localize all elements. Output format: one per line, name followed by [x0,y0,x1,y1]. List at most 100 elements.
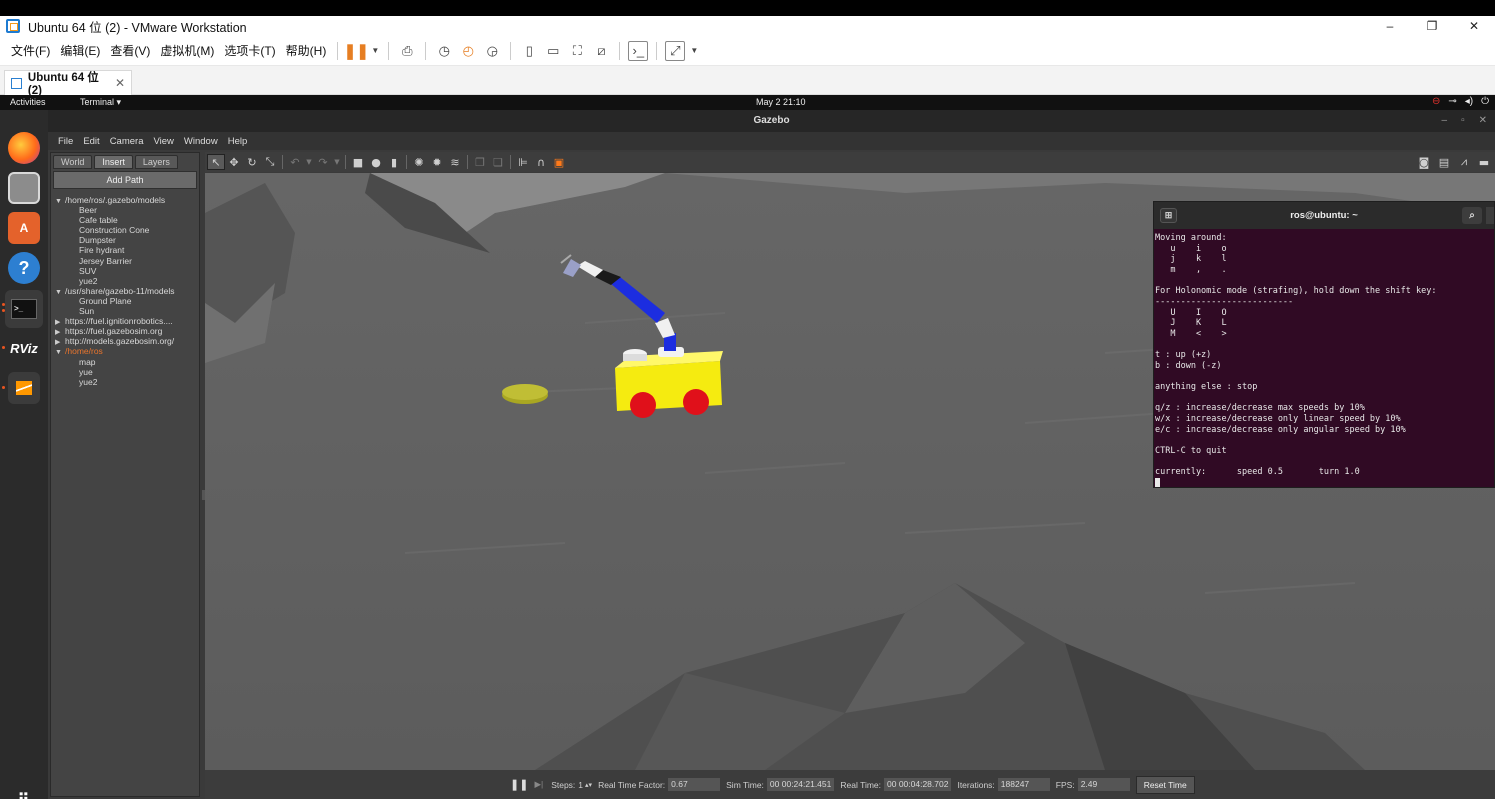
tree-model-item[interactable]: Jersey Barrier [55,256,199,266]
copy-icon[interactable]: ❐ [471,154,489,170]
menu-help[interactable]: 帮助(H) [281,42,332,59]
steps-value[interactable]: 1 [578,780,583,790]
expanded-arrow-icon[interactable]: ▼ [55,288,65,296]
minimize-button[interactable]: ‒ [1369,19,1411,33]
snap-icon[interactable]: ∩ [532,154,550,170]
gz-menu-window[interactable]: Window [179,136,223,147]
gz-menu-help[interactable]: Help [223,136,253,147]
translate-mode-icon[interactable]: ✥ [225,154,243,170]
collapsed-arrow-icon[interactable]: ▶ [55,338,65,346]
files-icon[interactable] [8,172,40,204]
change-view-icon[interactable]: ▣ [550,154,568,170]
redo-history-icon[interactable]: ▼ [332,154,342,170]
steps-spin-icon[interactable]: ▴▾ [585,781,592,789]
snapshot-icon[interactable]: ◷ [434,41,454,61]
rviz-icon[interactable]: RViz [8,332,40,364]
screenshot-icon[interactable]: ◙ [1415,154,1433,170]
terminal-window[interactable]: ⊞ ros@ubuntu: ~ ⌕ Moving around: u i o j… [1153,201,1495,488]
expanded-arrow-icon[interactable]: ▼ [55,348,65,356]
gz-menu-view[interactable]: View [148,136,178,147]
align-icon[interactable]: ⊫ [514,154,532,170]
log-data-icon[interactable]: ▤ [1435,154,1453,170]
gz-menu-edit[interactable]: Edit [78,136,104,147]
close-button[interactable]: ✕ [1453,19,1495,33]
unity-icon[interactable]: ⧄ [591,41,611,61]
tree-model-item[interactable]: SUV [55,266,199,276]
undo-icon[interactable]: ↶ [286,154,304,170]
collapsed-arrow-icon[interactable]: ▶ [55,328,65,336]
tree-model-item[interactable]: Fire hydrant [55,245,199,255]
collapsed-arrow-icon[interactable]: ▶ [55,318,65,326]
select-mode-icon[interactable]: ↖ [207,154,225,170]
expanded-arrow-icon[interactable]: ▼ [55,197,65,205]
menu-view[interactable]: 查看(V) [105,42,155,59]
sublime-icon[interactable] [8,372,40,404]
redo-icon[interactable]: ↷ [314,154,332,170]
tree-folder[interactable]: ▶ https://fuel.ignitionrobotics.... [55,316,199,326]
tree-model-item[interactable]: yue2 [55,377,199,387]
terminal-output[interactable]: Moving around: u i o j k l m , . For Holo… [1154,229,1494,489]
tree-model-item[interactable]: Sun [55,306,199,316]
tree-folder[interactable]: ▼/usr/share/gazebo-11/models [55,286,199,296]
stretch-guest-icon[interactable]: ⤢ [665,40,686,61]
tree-model-item[interactable]: Ground Plane [55,296,199,306]
tab-insert[interactable]: Insert [94,155,133,169]
activities-button[interactable]: Activities [10,97,46,107]
step-icon[interactable]: ▶| [534,779,543,790]
tree-model-item[interactable]: Beer [55,205,199,215]
box-shape-icon[interactable]: ■ [349,154,367,170]
rotate-mode-icon[interactable]: ↻ [243,154,261,170]
app-menu[interactable]: Terminal ▾ [80,97,121,108]
sphere-shape-icon[interactable]: ● [367,154,385,170]
show-library-icon[interactable]: ▯ [519,41,539,61]
tree-model-item[interactable]: Dumpster [55,235,199,245]
hamburger-menu-icon[interactable] [1486,207,1494,224]
tree-model-item[interactable]: Construction Cone [55,225,199,235]
menu-vm[interactable]: 虚拟机(M) [155,42,219,59]
gz-menu-file[interactable]: File [53,136,78,147]
cylinder-shape-icon[interactable]: ▮ [385,154,403,170]
video-record-icon[interactable]: ▬ [1475,154,1493,170]
tree-folder[interactable]: ▶ https://fuel.gazebosim.org [55,326,199,336]
send-ctrl-alt-del-icon[interactable]: ⎙ [397,41,417,61]
pause-vm-icon[interactable]: ❚❚ [344,41,369,61]
add-path-button[interactable]: Add Path [53,171,197,189]
tree-model-item[interactable]: yue2 [55,276,199,286]
directional-light-icon[interactable]: ≋ [446,154,464,170]
menu-file[interactable]: 文件(F) [6,42,55,59]
clock[interactable]: May 2 21:10 [756,97,806,107]
scale-mode-icon[interactable]: ⤡ [261,154,279,170]
full-screen-icon[interactable]: ⛶ [567,41,587,61]
tree-folder[interactable]: ▼/home/ros/.gazebo/models [55,195,199,205]
tree-folder[interactable]: ▶ http://models.gazebosim.org/ [55,336,199,346]
system-tray[interactable]: ⊖ ⊸ ◂) ⏻ [1432,96,1489,107]
app-store-icon[interactable]: A [8,212,40,244]
gazebo-restore-button[interactable]: ▫ [1461,110,1465,132]
spot-light-icon[interactable]: ✹ [428,154,446,170]
reset-time-button[interactable]: Reset Time [1135,775,1195,794]
dropdown-arrow-icon[interactable]: ▼ [370,41,380,61]
tree-model-item[interactable]: map [55,357,199,367]
pause-simulation-icon[interactable]: ❚❚ [510,778,528,791]
revert-snapshot-icon[interactable]: ◴ [458,41,478,61]
point-light-icon[interactable]: ✺ [410,154,428,170]
undo-history-icon[interactable]: ▼ [304,154,314,170]
new-tab-icon[interactable]: ⊞ [1160,208,1177,223]
tab-ubuntu-vm[interactable]: Ubuntu 64 位 (2) ✕ [4,70,132,97]
help-icon[interactable]: ? [8,252,40,284]
terminal-icon[interactable]: >_ [5,290,43,328]
gazebo-close-button[interactable]: ✕ [1479,110,1487,132]
tab-layers[interactable]: Layers [134,155,178,169]
show-apps-icon[interactable]: ⠿ [8,784,40,799]
dropdown-arrow-icon[interactable]: ▼ [689,41,699,61]
snapshot-manager-icon[interactable]: ◶ [482,41,502,61]
gazebo-minimize-button[interactable]: – [1442,110,1448,132]
restore-button[interactable]: ❐ [1411,19,1453,33]
gz-menu-camera[interactable]: Camera [105,136,149,147]
console-view-icon[interactable]: ›_ [628,40,649,61]
firefox-icon[interactable] [8,132,40,164]
paste-icon[interactable]: ❏ [489,154,507,170]
tree-model-item[interactable]: yue [55,367,199,377]
tree-model-item[interactable]: Cafe table [55,215,199,225]
tab-world[interactable]: World [53,155,93,169]
